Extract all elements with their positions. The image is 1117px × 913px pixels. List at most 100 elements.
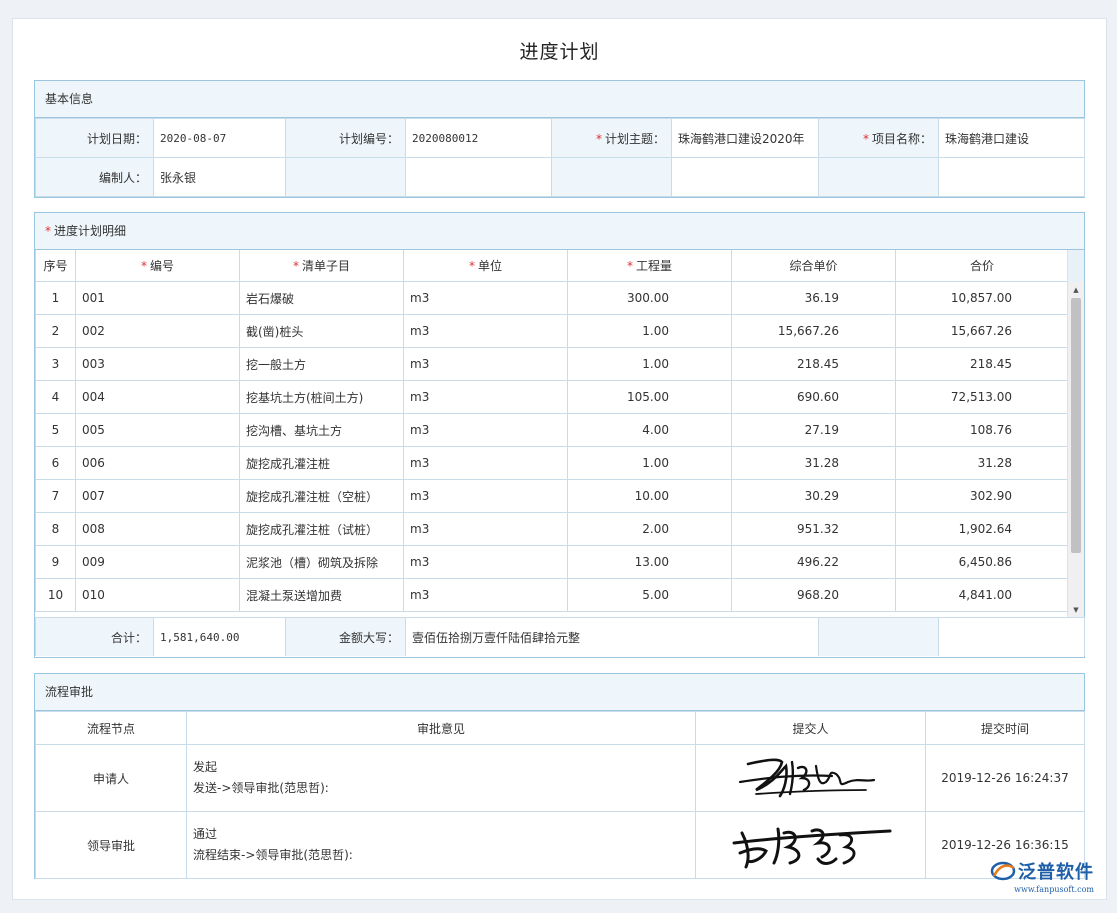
cell-amount[interactable]: 31.28 [895, 446, 1069, 480]
cell-unit-price[interactable]: 496.22 [731, 545, 896, 579]
table-row[interactable]: 9 009 泥浆池（槽）砌筑及拆除 m3 13.00 496.22 6,450.86 [35, 545, 1069, 579]
cell-item[interactable]: 挖沟槽、基坑土方 [239, 413, 404, 447]
cell-code[interactable]: 003 [75, 347, 240, 381]
scroll-down-icon[interactable]: ▼ [1068, 603, 1084, 617]
cell-unit[interactable]: m3 [403, 512, 568, 546]
cell-quantity[interactable]: 105.00 [567, 380, 732, 414]
plan-subject-field[interactable]: 珠海鹤港口建设2020年 [671, 118, 819, 158]
cell-seq[interactable]: 3 [35, 347, 76, 381]
cell-unit[interactable]: m3 [403, 413, 568, 447]
cell-seq[interactable]: 9 [35, 545, 76, 579]
cell-unit-price[interactable]: 36.19 [731, 281, 896, 315]
cell-item[interactable]: 混凝土泵送增加费 [239, 578, 404, 612]
cell-unit[interactable]: m3 [403, 380, 568, 414]
cell-code[interactable]: 006 [75, 446, 240, 480]
cell-amount[interactable]: 6,450.86 [895, 545, 1069, 579]
cell-quantity[interactable]: 300.00 [567, 281, 732, 315]
cell-unit-price[interactable]: 30.29 [731, 479, 896, 513]
flow-col-time: 提交时间 [925, 711, 1085, 745]
cell-quantity[interactable]: 1.00 [567, 314, 732, 348]
cell-amount[interactable]: 108.76 [895, 413, 1069, 447]
cell-item[interactable]: 旋挖成孔灌注桩（试桩） [239, 512, 404, 546]
cell-code[interactable]: 009 [75, 545, 240, 579]
plan-subject-label: 计划主题： [604, 131, 665, 146]
cell-seq[interactable]: 6 [35, 446, 76, 480]
table-row[interactable]: 2 002 截(凿)桩头 m3 1.00 15,667.26 15,667.26 [35, 314, 1069, 348]
col-header-unit-price[interactable]: 综合单价 [731, 250, 896, 282]
col-header-code[interactable]: * 编号 [75, 250, 240, 282]
cell-amount[interactable]: 10,857.00 [895, 281, 1069, 315]
cell-seq[interactable]: 2 [35, 314, 76, 348]
table-row[interactable]: 4 004 挖基坑土方(桩间土方) m3 105.00 690.60 72,513.00 [35, 380, 1069, 414]
cell-amount[interactable]: 218.45 [895, 347, 1069, 381]
cell-item[interactable]: 旋挖成孔灌注桩 [239, 446, 404, 480]
required-mark: * [595, 131, 602, 146]
detail-grid[interactable]: 序号 * 编号 * 清单子目 * 单位 * 工程量 综合单价 合价 1 001 岩石爆破 m3… [35, 250, 1084, 617]
cell-code[interactable]: 002 [75, 314, 240, 348]
cell-unit[interactable]: m3 [403, 446, 568, 480]
cell-unit-price[interactable]: 951.32 [731, 512, 896, 546]
cell-quantity[interactable]: 4.00 [567, 413, 732, 447]
col-header-amount[interactable]: 合价 [895, 250, 1069, 282]
cell-seq[interactable]: 10 [35, 578, 76, 612]
table-row[interactable]: 1 001 岩石爆破 m3 300.00 36.19 10,857.00 [35, 281, 1069, 315]
cell-unit-price[interactable]: 968.20 [731, 578, 896, 612]
cell-code[interactable]: 007 [75, 479, 240, 513]
cell-seq[interactable]: 5 [35, 413, 76, 447]
cell-code[interactable]: 004 [75, 380, 240, 414]
scroll-up-icon[interactable]: ▲ [1068, 283, 1084, 297]
cell-unit[interactable]: m3 [403, 578, 568, 612]
cell-amount[interactable]: 4,841.00 [895, 578, 1069, 612]
scrollbar-thumb[interactable] [1071, 298, 1081, 553]
table-row[interactable]: 7 007 旋挖成孔灌注桩（空桩） m3 10.00 30.29 302.90 [35, 479, 1069, 513]
plan-no-field[interactable]: 2020080012 [405, 118, 552, 158]
cell-seq[interactable]: 8 [35, 512, 76, 546]
col-header-unit[interactable]: * 单位 [403, 250, 568, 282]
cell-item[interactable]: 旋挖成孔灌注桩（空桩） [239, 479, 404, 513]
table-row[interactable]: 5 005 挖沟槽、基坑土方 m3 4.00 27.19 108.76 [35, 413, 1069, 447]
editor-field[interactable]: 张永银 [153, 157, 286, 197]
table-row[interactable]: 10 010 混凝土泵送增加费 m3 5.00 968.20 4,841.00 [35, 578, 1069, 612]
cell-code[interactable]: 008 [75, 512, 240, 546]
cell-amount[interactable]: 1,902.64 [895, 512, 1069, 546]
cell-unit[interactable]: m3 [403, 347, 568, 381]
cell-item[interactable]: 挖一般土方 [239, 347, 404, 381]
cell-amount[interactable]: 302.90 [895, 479, 1069, 513]
cell-item[interactable]: 截(凿)桩头 [239, 314, 404, 348]
cell-unit-price[interactable]: 690.60 [731, 380, 896, 414]
cell-unit[interactable]: m3 [403, 314, 568, 348]
cell-code[interactable]: 010 [75, 578, 240, 612]
table-row[interactable]: 8 008 旋挖成孔灌注桩（试桩） m3 2.00 951.32 1,902.64 [35, 512, 1069, 546]
cell-seq[interactable]: 7 [35, 479, 76, 513]
grid-scrollbar[interactable]: ▲ ▼ [1067, 250, 1084, 617]
plan-date-field[interactable]: 2020-08-07 [153, 118, 286, 158]
cell-seq[interactable]: 1 [35, 281, 76, 315]
cell-code[interactable]: 005 [75, 413, 240, 447]
cell-amount[interactable]: 72,513.00 [895, 380, 1069, 414]
cell-quantity[interactable]: 10.00 [567, 479, 732, 513]
cell-unit-price[interactable]: 218.45 [731, 347, 896, 381]
cell-item[interactable]: 岩石爆破 [239, 281, 404, 315]
cell-seq[interactable]: 4 [35, 380, 76, 414]
cell-quantity[interactable]: 1.00 [567, 446, 732, 480]
table-row[interactable]: 6 006 旋挖成孔灌注桩 m3 1.00 31.28 31.28 [35, 446, 1069, 480]
cell-unit[interactable]: m3 [403, 281, 568, 315]
cell-quantity[interactable]: 5.00 [567, 578, 732, 612]
cell-code[interactable]: 001 [75, 281, 240, 315]
project-name-field[interactable]: 珠海鹤港口建设 [938, 118, 1085, 158]
cell-unit-price[interactable]: 15,667.26 [731, 314, 896, 348]
cell-quantity[interactable]: 2.00 [567, 512, 732, 546]
cell-unit-price[interactable]: 27.19 [731, 413, 896, 447]
cell-item[interactable]: 挖基坑土方(桩间土方) [239, 380, 404, 414]
cell-item[interactable]: 泥浆池（槽）砌筑及拆除 [239, 545, 404, 579]
table-row[interactable]: 3 003 挖一般土方 m3 1.00 218.45 218.45 [35, 347, 1069, 381]
cell-unit[interactable]: m3 [403, 479, 568, 513]
cell-amount[interactable]: 15,667.26 [895, 314, 1069, 348]
cell-unit[interactable]: m3 [403, 545, 568, 579]
cell-quantity[interactable]: 13.00 [567, 545, 732, 579]
cell-unit-price[interactable]: 31.28 [731, 446, 896, 480]
col-header-item[interactable]: * 清单子目 [239, 250, 404, 282]
required-mark: * [292, 259, 299, 273]
cell-quantity[interactable]: 1.00 [567, 347, 732, 381]
col-header-quantity[interactable]: * 工程量 [567, 250, 732, 282]
